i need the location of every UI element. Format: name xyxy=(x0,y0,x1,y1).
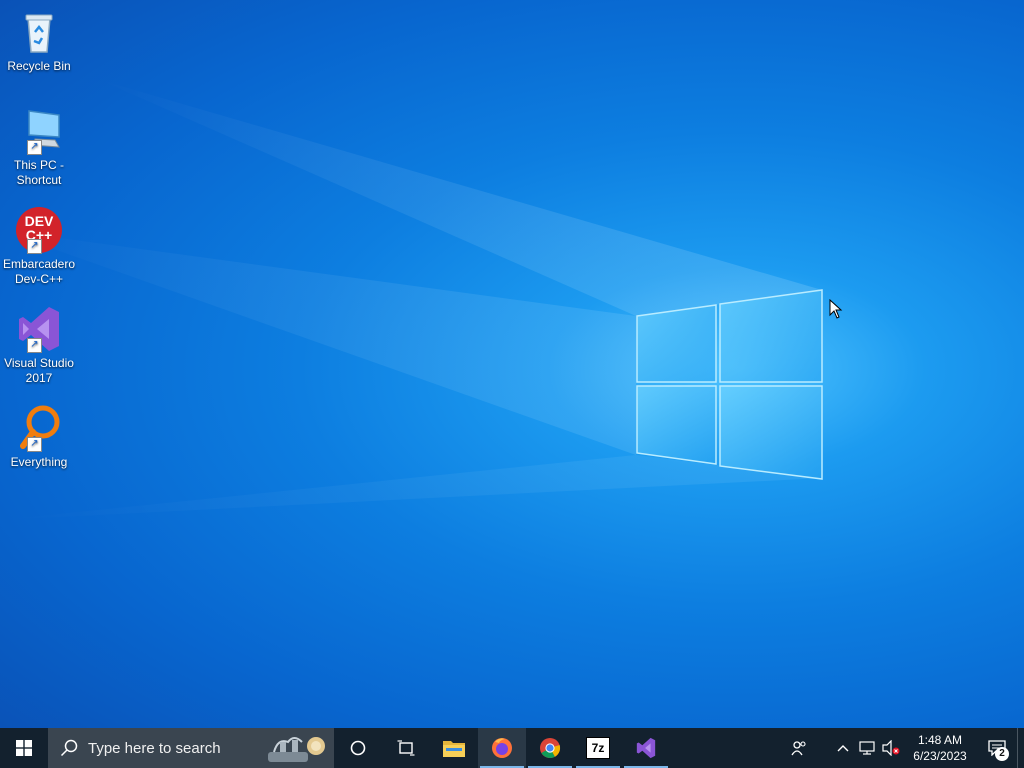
action-center-button[interactable]: 2 xyxy=(977,728,1017,768)
shortcut-arrow-icon: ↗ xyxy=(27,140,42,155)
devcpp-logo-text: DEV C++ xyxy=(24,213,54,243)
clock-time: 1:48 AM xyxy=(917,733,963,747)
system-tray: 1:48 AM 6/23/2023 2 xyxy=(781,728,1024,768)
windows-start-icon xyxy=(16,740,32,756)
windows-logo xyxy=(636,289,823,480)
task-view-icon xyxy=(397,740,415,756)
shortcut-arrow-icon: ↗ xyxy=(27,239,42,254)
taskbar: Type here to search 7z 1:48 AM 6/23/2023… xyxy=(0,728,1024,768)
desktop[interactable]: Recycle Bin ↗ This PC - Shortcut DEV C++… xyxy=(0,0,1024,728)
people-button[interactable] xyxy=(781,728,817,768)
desktop-icon-visual-studio[interactable]: ↗ Visual Studio 2017 xyxy=(2,305,76,386)
everything-icon: ↗ xyxy=(15,404,63,452)
desktop-icon-label: Everything xyxy=(10,455,68,469)
chevron-up-icon xyxy=(837,745,849,752)
desktop-icon-label: Visual Studio 2017 xyxy=(4,356,74,385)
visual-studio-icon: ↗ xyxy=(15,305,63,353)
shortcut-arrow-icon: ↗ xyxy=(27,338,42,353)
recycle-bin-icon xyxy=(15,8,63,56)
volume-muted-icon xyxy=(882,740,900,756)
network-button[interactable] xyxy=(855,728,879,768)
cortana-button[interactable] xyxy=(334,728,382,768)
taskbar-app-firefox[interactable] xyxy=(478,728,526,768)
wallpaper-light-beams xyxy=(0,80,823,520)
show-hidden-icons-button[interactable] xyxy=(831,728,855,768)
volume-button[interactable] xyxy=(879,728,903,768)
search-input[interactable]: Type here to search xyxy=(48,728,334,768)
desktop-icon-everything[interactable]: ↗ Everything xyxy=(2,404,76,470)
taskbar-app-file-explorer[interactable] xyxy=(430,728,478,768)
7zip-glyph: 7z xyxy=(591,741,605,755)
this-pc-icon: ↗ xyxy=(15,107,63,155)
mouse-cursor xyxy=(829,299,843,319)
7zip-icon: 7z xyxy=(586,737,610,759)
clock[interactable]: 1:48 AM 6/23/2023 xyxy=(903,732,977,764)
desktop-icon-recycle-bin[interactable]: Recycle Bin xyxy=(2,8,76,74)
taskbar-app-7zip[interactable]: 7z xyxy=(574,728,622,768)
shortcut-arrow-icon: ↗ xyxy=(27,437,42,452)
show-desktop-button[interactable] xyxy=(1017,728,1024,768)
visual-studio-icon xyxy=(636,737,656,759)
desktop-icon-label: Recycle Bin xyxy=(7,59,71,73)
clock-date: 6/23/2023 xyxy=(913,749,967,763)
desktop-icon-devcpp[interactable]: DEV C++ ↗ Embarcadero Dev-C++ xyxy=(2,206,76,287)
search-highlight-illustration xyxy=(268,737,325,762)
desktop-icon-label: Embarcadero Dev-C++ xyxy=(2,257,76,286)
search-icon xyxy=(60,739,78,757)
devcpp-icon: DEV C++ ↗ xyxy=(15,206,63,254)
file-explorer-icon xyxy=(443,741,465,757)
task-view-button[interactable] xyxy=(382,728,430,768)
desktop-icon-label: This PC - Shortcut xyxy=(13,158,64,187)
cortana-icon xyxy=(350,740,366,756)
taskbar-app-visual-studio[interactable] xyxy=(622,728,670,768)
people-icon xyxy=(791,741,806,756)
taskbar-app-chrome[interactable] xyxy=(526,728,574,768)
desktop-icon-this-pc[interactable]: ↗ This PC - Shortcut xyxy=(2,107,76,188)
chrome-icon xyxy=(540,738,561,759)
start-button[interactable] xyxy=(0,728,48,768)
search-placeholder: Type here to search xyxy=(88,739,221,757)
notification-count-badge: 2 xyxy=(995,747,1009,761)
network-icon xyxy=(859,741,875,755)
firefox-icon xyxy=(492,738,512,758)
